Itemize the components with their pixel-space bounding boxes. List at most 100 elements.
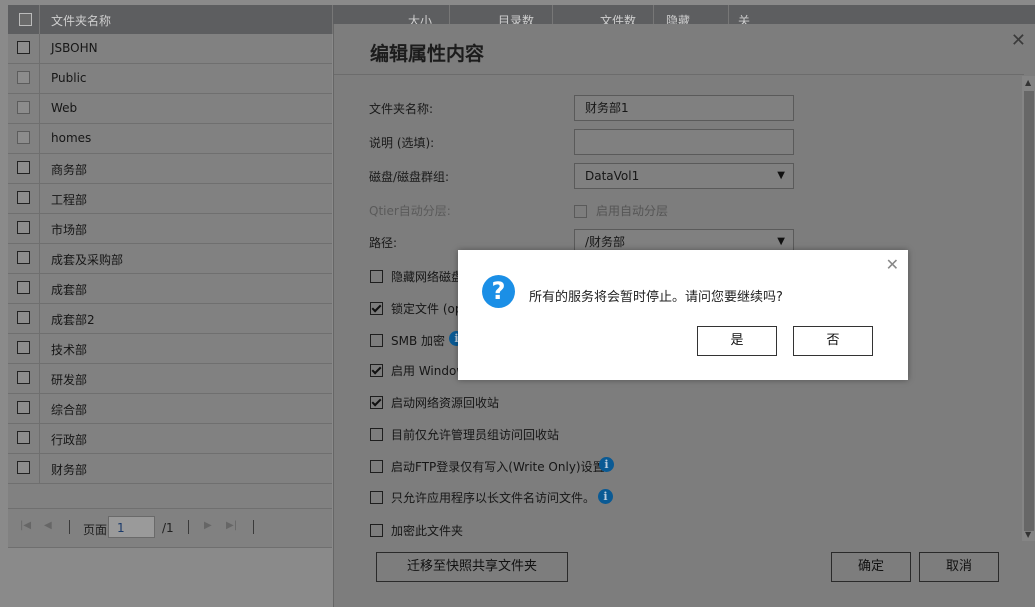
option-label: 启动FTP登录仅有写入(Write Only)设置: [391, 460, 605, 474]
table-row[interactable]: Public: [8, 64, 332, 94]
table-row[interactable]: homes: [8, 124, 332, 154]
description-input[interactable]: [574, 129, 794, 155]
option-checkbox-encrypt-folder[interactable]: [370, 524, 383, 537]
dialog-title: 编辑属性内容: [370, 43, 485, 65]
folder-name: 技术部: [51, 343, 88, 357]
row-checkbox[interactable]: [17, 101, 30, 114]
row-checkbox[interactable]: [17, 161, 30, 174]
folder-name: 成套部2: [51, 313, 95, 327]
last-page-icon[interactable]: ▶|: [226, 520, 237, 531]
scroll-up-icon[interactable]: ▲: [1025, 78, 1031, 87]
option-label: 启用 Window: [391, 364, 467, 378]
path-label: 路径:: [369, 236, 398, 250]
option-label: 只允许应用程序以长文件名访问文件。: [391, 491, 596, 505]
table-row[interactable]: 市场部: [8, 214, 332, 244]
select-all-checkbox[interactable]: [19, 13, 32, 26]
page-label: 页面: [83, 523, 108, 537]
row-checkbox[interactable]: [17, 431, 30, 444]
option-label: 加密此文件夹: [391, 524, 464, 538]
folder-name: 商务部: [51, 163, 88, 177]
disk-label: 磁盘/磁盘群组:: [369, 170, 450, 184]
migrate-snapshot-button[interactable]: 迁移至快照共享文件夹: [376, 552, 568, 582]
row-checkbox[interactable]: [17, 461, 30, 474]
table-row[interactable]: 工程部: [8, 184, 332, 214]
disk-select[interactable]: DataVol1 ▼: [574, 163, 794, 189]
chevron-down-icon: ▼: [777, 170, 785, 181]
page-total: /1: [162, 521, 174, 535]
row-checkbox[interactable]: [17, 371, 30, 384]
table-row[interactable]: 综合部: [8, 394, 332, 424]
row-checkbox[interactable]: [17, 71, 30, 84]
option-label: 锁定文件 (op: [391, 302, 463, 316]
folder-name: 综合部: [51, 403, 88, 417]
folder-name: Public: [51, 71, 87, 85]
next-page-icon[interactable]: ▶: [204, 520, 212, 531]
description-label: 说明 (选填):: [369, 136, 435, 150]
option-checkbox-smb-encrypt[interactable]: [370, 334, 383, 347]
table-row[interactable]: 成套部: [8, 274, 332, 304]
table-row[interactable]: 行政部: [8, 424, 332, 454]
table-row[interactable]: 商务部: [8, 154, 332, 184]
qtier-checkbox[interactable]: [574, 205, 587, 218]
table-row[interactable]: 研发部: [8, 364, 332, 394]
dialog-scrollbar[interactable]: ▲ ▼: [1022, 76, 1035, 541]
table-row[interactable]: JSBOHN: [8, 34, 332, 64]
prev-page-icon[interactable]: ◀: [44, 520, 52, 531]
list-empty-area: [8, 484, 332, 508]
table-row[interactable]: 成套及采购部: [8, 244, 332, 274]
folder-name: 成套及采购部: [51, 253, 124, 267]
close-icon[interactable]: ✕: [1011, 30, 1026, 51]
option-checkbox-hide-drive[interactable]: [370, 270, 383, 283]
option-checkbox-oplocks[interactable]: [370, 302, 383, 315]
close-icon[interactable]: ✕: [886, 255, 899, 274]
qtier-label: Qtier自动分层:: [369, 204, 451, 218]
row-checkbox[interactable]: [17, 341, 30, 354]
column-header-name[interactable]: 文件夹名称: [51, 12, 111, 29]
folder-name: JSBOHN: [51, 41, 98, 55]
pager-divider: [69, 520, 70, 534]
pager-divider: [188, 520, 189, 534]
table-row[interactable]: Web: [8, 94, 332, 124]
folder-name: 财务部: [51, 463, 88, 477]
dialog-divider: [334, 74, 1024, 75]
row-checkbox[interactable]: [17, 401, 30, 414]
option-checkbox-recycle-bin[interactable]: [370, 396, 383, 409]
option-checkbox-long-filename[interactable]: [370, 491, 383, 504]
option-label: 目前仅允许管理员组访问回收站: [391, 428, 560, 442]
confirm-dialog: ✕ ? 所有的服务将会暂时停止。请问您要继续吗? 是 否: [458, 250, 908, 380]
row-checkbox[interactable]: [17, 251, 30, 264]
row-checkbox[interactable]: [17, 191, 30, 204]
table-row[interactable]: 技术部: [8, 334, 332, 364]
yes-button[interactable]: 是: [697, 326, 777, 356]
option-checkbox-ftp-write-only[interactable]: [370, 460, 383, 473]
table-row[interactable]: 成套部2: [8, 304, 332, 334]
folder-name: Web: [51, 101, 78, 115]
no-button[interactable]: 否: [793, 326, 873, 356]
row-checkbox[interactable]: [17, 131, 30, 144]
option-checkbox-admin-recycle[interactable]: [370, 428, 383, 441]
page-number-input[interactable]: 1: [108, 516, 155, 538]
info-icon[interactable]: i: [598, 489, 613, 504]
row-checkbox[interactable]: [17, 41, 30, 54]
option-checkbox-windows[interactable]: [370, 364, 383, 377]
pagination-bar: |◀ ◀ 页面 1 /1 ▶ ▶|: [8, 508, 332, 548]
folder-name-input[interactable]: 财务部1: [574, 95, 794, 121]
question-icon: ?: [482, 275, 515, 308]
ok-button[interactable]: 确定: [831, 552, 911, 582]
first-page-icon[interactable]: |◀: [20, 520, 31, 531]
cancel-button[interactable]: 取消: [919, 552, 999, 582]
folder-name: homes: [51, 131, 92, 145]
scrollbar-thumb[interactable]: [1024, 91, 1034, 531]
row-checkbox[interactable]: [17, 281, 30, 294]
confirm-message: 所有的服务将会暂时停止。请问您要继续吗?: [529, 290, 783, 305]
option-label: 启动网络资源回收站: [391, 396, 500, 410]
disk-select-value: DataVol1: [585, 169, 640, 183]
row-checkbox[interactable]: [17, 221, 30, 234]
pager-divider: [253, 520, 254, 534]
option-label: 隐藏网络磁盘: [391, 270, 464, 284]
info-icon[interactable]: i: [599, 457, 614, 472]
scroll-down-icon[interactable]: ▼: [1025, 530, 1031, 539]
row-checkbox[interactable]: [17, 311, 30, 324]
table-row[interactable]: 财务部: [8, 454, 332, 484]
folder-name: 市场部: [51, 223, 88, 237]
